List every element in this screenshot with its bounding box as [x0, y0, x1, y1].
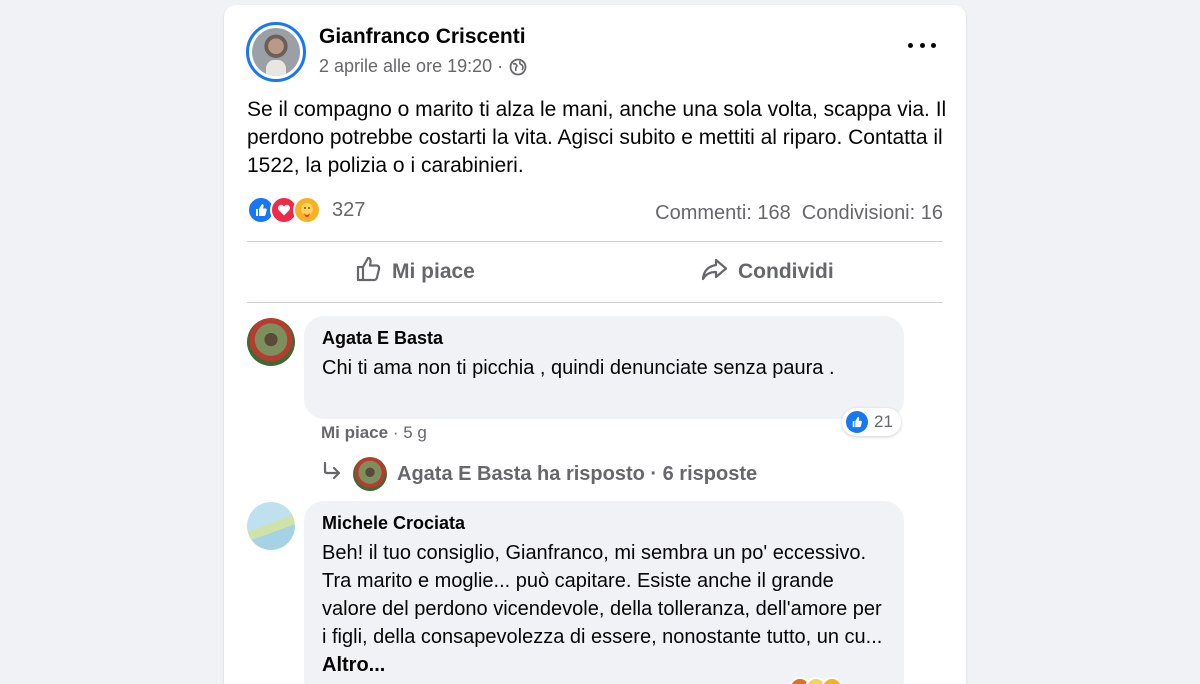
comment-bubble: Agata E Basta Chi ti ama non ti picchia … [304, 316, 904, 419]
comment-reactions[interactable] [789, 677, 843, 684]
post-text: Se il compagno o marito ti alza le mani,… [247, 98, 947, 177]
comment-bubble: Michele Crociata Beh! il tuo consiglio, … [304, 501, 904, 684]
post-card: Gianfranco Criscenti 2 aprile alle ore 1… [224, 5, 966, 684]
share-button[interactable]: Condividi [700, 255, 834, 289]
more-options-button[interactable] [908, 35, 936, 55]
like-button-label: Mi piace [392, 260, 475, 283]
thumbs-up-icon [354, 255, 382, 289]
reaction-summary[interactable]: 327 [247, 196, 365, 224]
like-button[interactable]: Mi piace [354, 255, 475, 289]
replier-avatar [353, 457, 387, 491]
comment-reaction-count: 21 [874, 412, 893, 431]
see-more-link[interactable]: Altro... [322, 654, 385, 676]
globe-icon [509, 58, 527, 76]
care-reaction-icon [293, 196, 321, 224]
commenter-avatar[interactable] [247, 502, 295, 550]
post-stats: Commenti: 168 Condivisioni: 16 [655, 202, 943, 225]
share-arrow-icon [700, 255, 728, 289]
like-reaction-icon [846, 411, 868, 433]
replies-label: Agata E Basta ha risposto · 6 risposte [397, 462, 758, 485]
reaction-count: 327 [332, 198, 366, 221]
comment-like-link[interactable]: Mi piace [321, 423, 388, 442]
comment-reactions[interactable]: 21 [842, 408, 901, 436]
comment-text: Chi ti ama non ti picchia , quindi denun… [322, 357, 835, 379]
post-meta: 2 aprile alle ore 19:20 · [319, 56, 527, 77]
commenter-name[interactable]: Agata E Basta [322, 328, 886, 349]
divider [247, 302, 943, 303]
commenter-avatar[interactable] [247, 318, 295, 366]
shares-count-link[interactable]: Condivisioni: 16 [802, 202, 943, 225]
divider [247, 241, 943, 242]
commenter-name[interactable]: Michele Crociata [322, 513, 886, 534]
comments-count-link[interactable]: Commenti: 168 [655, 202, 791, 225]
comment-meta: Mi piace · 5 g [321, 423, 427, 443]
post-timestamp[interactable]: 2 aprile alle ore 19:20 · [319, 56, 503, 77]
author-name[interactable]: Gianfranco Criscenti [319, 25, 526, 49]
author-avatar[interactable] [246, 22, 306, 82]
share-button-label: Condividi [738, 260, 834, 283]
comment-age[interactable]: · 5 g [393, 423, 427, 442]
comment-text-content: Beh! il tuo consiglio, Gianfranco, mi se… [322, 542, 883, 648]
reply-arrow-icon [321, 460, 343, 488]
comment-text: Beh! il tuo consiglio, Gianfranco, mi se… [322, 539, 886, 679]
view-replies-link[interactable]: Agata E Basta ha risposto · 6 risposte [321, 457, 757, 491]
